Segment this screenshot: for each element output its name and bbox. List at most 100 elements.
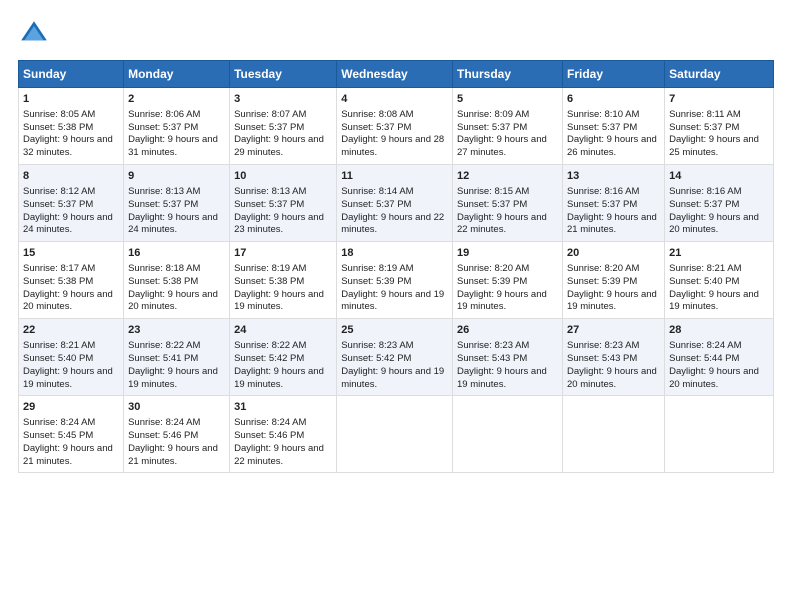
sunrise-label: Sunrise: 8:18 AM [128, 263, 200, 274]
sunset-label: Sunset: 5:46 PM [128, 430, 198, 441]
week-row-2: 8 Sunrise: 8:12 AM Sunset: 5:37 PM Daylight… [19, 165, 774, 242]
sunrise-label: Sunrise: 8:20 AM [567, 263, 639, 274]
sunrise-label: Sunrise: 8:24 AM [234, 417, 306, 428]
daylight-label: Daylight: 9 hours and 19 minutes. [457, 289, 547, 313]
day-cell: 30Sunrise: 8:24 AMSunset: 5:46 PMDayligh… [124, 396, 230, 473]
sunset-label: Sunset: 5:39 PM [341, 276, 411, 287]
sunrise-label: Sunrise: 8:23 AM [567, 340, 639, 351]
day-cell: 10Sunrise: 8:13 AMSunset: 5:37 PMDayligh… [230, 165, 337, 242]
day-cell: 29Sunrise: 8:24 AMSunset: 5:45 PMDayligh… [19, 396, 124, 473]
day-number: 27 [567, 323, 660, 338]
day-cell: 1Sunrise: 8:05 AMSunset: 5:38 PMDaylight… [19, 88, 124, 165]
col-header-wednesday: Wednesday [337, 61, 453, 88]
sunset-label: Sunset: 5:38 PM [23, 122, 93, 133]
daylight-label: Daylight: 9 hours and 20 minutes. [669, 212, 759, 236]
col-header-tuesday: Tuesday [230, 61, 337, 88]
sunrise-label: Sunrise: 8:16 AM [669, 186, 741, 197]
day-number: 31 [234, 400, 332, 415]
daylight-label: Daylight: 9 hours and 19 minutes. [567, 289, 657, 313]
day-cell: 8 Sunrise: 8:12 AM Sunset: 5:37 PM Daylight… [19, 165, 124, 242]
sunset-label: Sunset: 5:45 PM [23, 430, 93, 441]
day-number: 8 [23, 169, 119, 184]
sunrise-label: Sunrise: 8:20 AM [457, 263, 529, 274]
daylight-label: Daylight: 9 hours and 29 minutes. [234, 134, 324, 158]
sunset-label: Sunset: 5:42 PM [341, 353, 411, 364]
day-cell: 3Sunrise: 8:07 AMSunset: 5:37 PMDaylight… [230, 88, 337, 165]
daylight-label: Daylight: 9 hours and 24 minutes. [128, 212, 218, 236]
sunset-label: Sunset: 5:39 PM [567, 276, 637, 287]
daylight-label: Daylight: 9 hours and 19 minutes. [128, 366, 218, 390]
day-number: 4 [341, 92, 448, 107]
daylight-label: Daylight: 9 hours and 20 minutes. [567, 366, 657, 390]
day-number: 7 [669, 92, 769, 107]
day-cell: 5Sunrise: 8:09 AMSunset: 5:37 PMDaylight… [453, 88, 563, 165]
daylight-label: Daylight: 9 hours and 22 minutes. [234, 443, 324, 467]
day-number: 12 [457, 169, 558, 184]
sunset-label: Sunset: 5:37 PM [234, 199, 304, 210]
day-cell [337, 396, 453, 473]
sunset-label: Sunset: 5:37 PM [457, 199, 527, 210]
week-row-5: 29 Sunrise: 8:24 AM Sunset: 5:45 PM Dayligh… [19, 396, 774, 473]
day-cell: 16Sunrise: 8:18 AMSunset: 5:38 PMDayligh… [124, 242, 230, 319]
daylight-label: Daylight: 9 hours and 28 minutes. [341, 134, 444, 158]
daylight-label: Daylight: 9 hours and 24 minutes. [23, 212, 113, 236]
daylight-label: Daylight: 9 hours and 22 minutes. [341, 212, 444, 236]
sunset-label: Sunset: 5:39 PM [457, 276, 527, 287]
sunset-label: Sunset: 5:37 PM [567, 199, 637, 210]
day-cell: 28Sunrise: 8:24 AMSunset: 5:44 PMDayligh… [665, 319, 774, 396]
page: SundayMondayTuesdayWednesdayThursdayFrid… [0, 0, 792, 612]
calendar-table: SundayMondayTuesdayWednesdayThursdayFrid… [18, 60, 774, 473]
sunset-label: Sunset: 5:38 PM [23, 276, 93, 287]
sunrise-label: Sunrise: 8:09 AM [457, 109, 529, 120]
day-cell: 17Sunrise: 8:19 AMSunset: 5:38 PMDayligh… [230, 242, 337, 319]
sunrise-label: Sunrise: 8:24 AM [128, 417, 200, 428]
day-cell: 25Sunrise: 8:23 AMSunset: 5:42 PMDayligh… [337, 319, 453, 396]
day-cell: 18Sunrise: 8:19 AMSunset: 5:39 PMDayligh… [337, 242, 453, 319]
week-row-4: 22 Sunrise: 8:21 AM Sunset: 5:40 PM Dayligh… [19, 319, 774, 396]
day-number: 28 [669, 323, 769, 338]
day-cell: 7Sunrise: 8:11 AMSunset: 5:37 PMDaylight… [665, 88, 774, 165]
sunrise-label: Sunrise: 8:17 AM [23, 263, 95, 274]
sunrise-label: Sunrise: 8:12 AM [23, 186, 95, 197]
daylight-label: Daylight: 9 hours and 19 minutes. [23, 366, 113, 390]
sunset-label: Sunset: 5:37 PM [341, 199, 411, 210]
sunset-label: Sunset: 5:37 PM [128, 199, 198, 210]
sunrise-label: Sunrise: 8:13 AM [234, 186, 306, 197]
sunrise-label: Sunrise: 8:23 AM [457, 340, 529, 351]
sunrise-label: Sunrise: 8:11 AM [669, 109, 741, 120]
day-cell: 19 Sunrise: 8:20 AM Sunset: 5:39 PM Dayligh… [453, 242, 563, 319]
daylight-label: Daylight: 9 hours and 19 minutes. [669, 289, 759, 313]
day-number: 14 [669, 169, 769, 184]
day-cell: 24Sunrise: 8:22 AMSunset: 5:42 PMDayligh… [230, 319, 337, 396]
day-cell: 20Sunrise: 8:20 AMSunset: 5:39 PMDayligh… [563, 242, 665, 319]
daylight-label: Daylight: 9 hours and 21 minutes. [567, 212, 657, 236]
week-row-1: 1Sunrise: 8:05 AMSunset: 5:38 PMDaylight… [19, 88, 774, 165]
daylight-label: Daylight: 9 hours and 19 minutes. [457, 366, 547, 390]
sunset-label: Sunset: 5:40 PM [669, 276, 739, 287]
sunset-label: Sunset: 5:37 PM [457, 122, 527, 133]
day-number: 29 [23, 400, 119, 415]
daylight-label: Daylight: 9 hours and 19 minutes. [341, 366, 444, 390]
day-cell [453, 396, 563, 473]
sunrise-label: Sunrise: 8:21 AM [23, 340, 95, 351]
daylight-label: Daylight: 9 hours and 21 minutes. [128, 443, 218, 467]
day-number: 3 [234, 92, 332, 107]
sunset-label: Sunset: 5:38 PM [128, 276, 198, 287]
sunset-label: Sunset: 5:37 PM [669, 199, 739, 210]
day-cell [563, 396, 665, 473]
sunset-label: Sunset: 5:43 PM [457, 353, 527, 364]
day-cell: 6Sunrise: 8:10 AMSunset: 5:37 PMDaylight… [563, 88, 665, 165]
day-cell: 26Sunrise: 8:23 AMSunset: 5:43 PMDayligh… [453, 319, 563, 396]
sunrise-label: Sunrise: 8:06 AM [128, 109, 200, 120]
day-cell: 15Sunrise: 8:17 AMSunset: 5:38 PMDayligh… [19, 242, 124, 319]
sunrise-label: Sunrise: 8:24 AM [23, 417, 95, 428]
day-number: 19 [457, 246, 558, 261]
sunset-label: Sunset: 5:37 PM [23, 199, 93, 210]
sunset-label: Sunset: 5:37 PM [128, 122, 198, 133]
day-number: 6 [567, 92, 660, 107]
sunset-label: Sunset: 5:40 PM [23, 353, 93, 364]
sunset-label: Sunset: 5:37 PM [567, 122, 637, 133]
day-number: 22 [23, 323, 119, 338]
sunset-label: Sunset: 5:37 PM [234, 122, 304, 133]
sunrise-label: Sunrise: 8:19 AM [234, 263, 306, 274]
